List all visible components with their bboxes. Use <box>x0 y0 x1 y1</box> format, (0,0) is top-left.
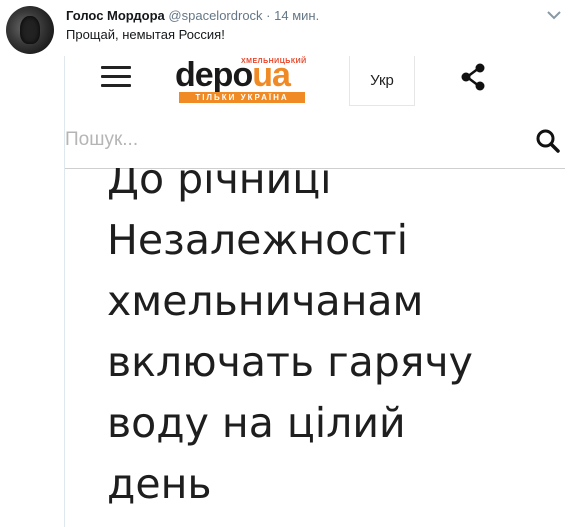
site-header: ХМЕЛЬНИЦЬКИЙ depoua ТІЛЬКИ УКРАЇНА Укр <box>65 56 570 108</box>
article-area: До річниці Незалежності хмельничанам вкл… <box>65 168 570 527</box>
avatar[interactable] <box>6 6 54 54</box>
logo-ua: ua <box>252 56 291 94</box>
logo-tagline: ТІЛЬКИ УКРАЇНА <box>179 92 305 103</box>
headline-line: воду на цілий <box>107 399 406 447</box>
share-icon[interactable] <box>459 62 489 92</box>
tweet-text: Прощай, немытая Россия! <box>66 27 225 42</box>
tweet-header: Голос Мордора @spacelordrock · 14 мин. П… <box>0 0 570 56</box>
logo-wordmark: depoua <box>175 56 291 94</box>
embedded-screenshot: ХМЕЛЬНИЦЬКИЙ depoua ТІЛЬКИ УКРАЇНА Укр Д… <box>64 56 570 527</box>
tweet-handle[interactable]: @spacelordrock <box>168 8 262 23</box>
article-headline[interactable]: До річниці Незалежності хмельничанам вкл… <box>107 168 557 515</box>
headline-line: хмельничанам <box>107 277 424 325</box>
site-logo[interactable]: ХМЕЛЬНИЦЬКИЙ depoua ТІЛЬКИ УКРАЇНА <box>175 58 307 104</box>
search-icon[interactable] <box>535 128 561 154</box>
meta-separator: · <box>266 8 271 23</box>
tweet-author[interactable]: Голос Мордора <box>66 8 165 23</box>
tweet-meta: Голос Мордора @spacelordrock · 14 мин. <box>66 8 319 23</box>
caret-down-icon[interactable] <box>546 9 562 21</box>
language-button[interactable]: Укр <box>349 56 415 106</box>
headline-line: день <box>107 460 212 508</box>
tweet-time[interactable]: 14 мин. <box>274 8 319 23</box>
headline-line: До річниці <box>107 168 332 203</box>
headline-line: включать гарячу <box>107 338 473 386</box>
search-bar <box>65 116 565 169</box>
search-input[interactable] <box>65 126 505 154</box>
logo-depo: depo <box>175 56 253 94</box>
hamburger-menu-icon[interactable] <box>101 66 131 88</box>
headline-line: Незалежності <box>107 216 409 264</box>
